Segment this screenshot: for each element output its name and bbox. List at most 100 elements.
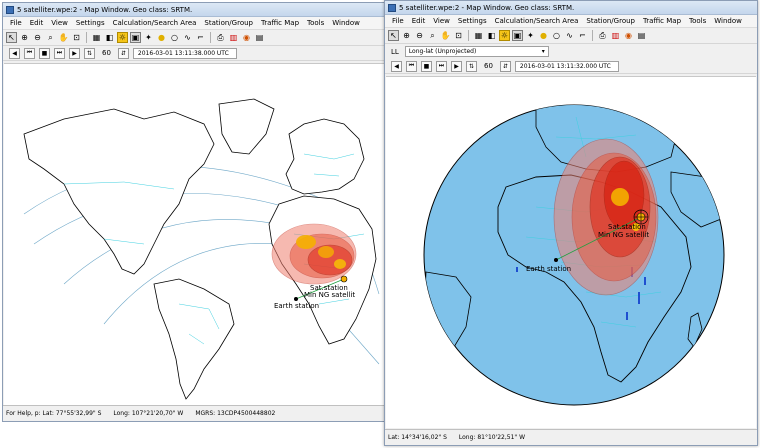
zoom-window-icon[interactable]: ⌕ (45, 32, 56, 43)
table-icon[interactable]: ▤ (254, 32, 265, 43)
pin-icon[interactable]: ✦ (143, 32, 154, 43)
toolbar-right: ↖ ⊕ ⊖ ⌕ ✋ ⊡ ▦ ◧ ☼ ▣ ✦ ● ○ ∿ ⌐ ⎙ ▥ ◉ ▤ (385, 28, 757, 44)
pan-icon[interactable]: ✋ (440, 30, 451, 41)
earth-station-label: Earth station (526, 265, 571, 273)
menu-calculation[interactable]: Calculation/Search Area (109, 19, 201, 27)
menu-window[interactable]: Window (710, 17, 746, 25)
menu-tools[interactable]: Tools (303, 19, 328, 27)
menu-tools[interactable]: Tools (685, 17, 710, 25)
status-bar-left: For Help, p: Lat: 77°55'32,99" S Long: 1… (3, 405, 385, 421)
print-icon[interactable]: ⎙ (597, 30, 608, 41)
menu-edit[interactable]: Edit (26, 19, 48, 27)
step-icon[interactable]: ⇵ (499, 60, 511, 72)
palette-icon[interactable]: ◉ (623, 30, 634, 41)
window-title: 5 satelliter.wpe:2 - Map Window. Geo cla… (17, 5, 193, 14)
pointer-icon[interactable]: ↖ (388, 30, 399, 41)
overlay-icon[interactable]: ☼ (499, 30, 510, 41)
map-view-right[interactable]: Sat.station Min NG satellit Earth statio… (386, 76, 756, 428)
zoom-in-icon[interactable]: ⊕ (19, 32, 30, 43)
zoom-out-icon[interactable]: ⊖ (32, 32, 43, 43)
measure-icon[interactable]: ○ (551, 30, 562, 41)
time-field[interactable]: 2016-03-01 13:11:38.000 UTC (132, 47, 237, 59)
map-view-left[interactable]: Sat.station Min NG satellit Earth statio… (4, 63, 384, 406)
projection-select[interactable]: Long-lat (Unprojected) ▾ (404, 46, 549, 57)
status-bar-right: Lat: 14°34'16,02" S Long: 81°10'22,51" W (385, 429, 757, 445)
toolbar-separator (592, 30, 593, 41)
menu-settings[interactable]: Settings (454, 17, 491, 25)
curve-icon[interactable]: ∿ (564, 30, 575, 41)
projection-label: LL (391, 47, 399, 56)
status-long: Long: 81°10'22,51" W (458, 434, 526, 441)
overlay-icon[interactable]: ☼ (117, 32, 128, 43)
menu-view[interactable]: View (429, 17, 454, 25)
line-icon[interactable]: ⌐ (195, 32, 206, 43)
toolbar-separator (86, 32, 87, 43)
print-icon[interactable]: ⎙ (215, 32, 226, 43)
rewind-button[interactable]: ◀ (9, 47, 20, 59)
title-bar-left: 5 satelliter.wpe:2 - Map Window. Geo cla… (3, 3, 385, 17)
circle-icon[interactable]: ● (538, 30, 549, 41)
chart-icon[interactable]: ▥ (228, 32, 239, 43)
earth-station-marker[interactable] (554, 258, 558, 262)
continent-greenland (218, 98, 275, 155)
layers-icon[interactable]: ◧ (486, 30, 497, 41)
layers-icon[interactable]: ◧ (104, 32, 115, 43)
coverage-footprint-left (271, 223, 357, 285)
menu-window[interactable]: Window (328, 19, 364, 27)
sat-station-label: Sat.station (608, 223, 646, 231)
zoom-window-icon[interactable]: ⌕ (427, 30, 438, 41)
menu-calculation[interactable]: Calculation/Search Area (491, 17, 583, 25)
menu-edit[interactable]: Edit (408, 17, 430, 25)
line-icon[interactable]: ⌐ (577, 30, 588, 41)
stop-button[interactable]: ■ (39, 47, 50, 59)
circle-icon[interactable]: ● (156, 32, 167, 43)
menu-traffic-map[interactable]: Traffic Map (639, 17, 685, 25)
menu-file[interactable]: File (6, 19, 26, 27)
continent-europe (285, 118, 365, 195)
pointer-icon[interactable]: ↖ (6, 32, 17, 43)
map-icon[interactable]: ▦ (473, 30, 484, 41)
zoom-all-icon[interactable]: ⊡ (453, 30, 464, 41)
table-icon[interactable]: ▤ (636, 30, 647, 41)
menu-traffic-map[interactable]: Traffic Map (257, 19, 303, 27)
menu-settings[interactable]: Settings (72, 19, 109, 27)
play-button[interactable]: ▶ (451, 60, 462, 72)
measure-icon[interactable]: ○ (169, 32, 180, 43)
grid-icon[interactable]: ▣ (130, 32, 141, 43)
earth-station-marker[interactable] (294, 297, 298, 301)
first-frame-button[interactable]: ⏮ (406, 60, 417, 72)
step-icon[interactable]: ⇵ (117, 47, 129, 59)
rewind-button[interactable]: ◀ (391, 60, 402, 72)
pan-icon[interactable]: ✋ (58, 32, 69, 43)
first-frame-button[interactable]: ⏮ (24, 47, 35, 59)
palette-icon[interactable]: ◉ (241, 32, 252, 43)
speed-value: 60 (102, 49, 111, 57)
last-frame-button[interactable]: ⏭ (54, 47, 65, 59)
time-field[interactable]: 2016-03-01 13:11:32.000 UTC (514, 60, 619, 72)
menu-file[interactable]: File (388, 17, 408, 25)
stop-button[interactable]: ■ (421, 60, 432, 72)
grid-icon[interactable]: ▣ (512, 30, 523, 41)
time-controls-left: ◀ ⏮ ■ ⏭ ▶ ⇅ 60 ⇵ 2016-03-01 13:11:38.000… (3, 46, 385, 61)
satellite-label: Min NG satellit (598, 231, 649, 239)
toolbar-separator (210, 32, 211, 43)
speed-adjust-icon[interactable]: ⇅ (466, 60, 477, 72)
menu-station-group[interactable]: Station/Group (582, 17, 639, 25)
zoom-in-icon[interactable]: ⊕ (401, 30, 412, 41)
app-icon (388, 3, 396, 12)
zoom-out-icon[interactable]: ⊖ (414, 30, 425, 41)
toolbar-left: ↖ ⊕ ⊖ ⌕ ✋ ⊡ ▦ ◧ ☼ ▣ ✦ ● ○ ∿ ⌐ ⎙ ▥ ◉ ▤ (3, 30, 385, 46)
status-long: Long: 107°21'20,70" W (113, 410, 184, 417)
zoom-all-icon[interactable]: ⊡ (71, 32, 82, 43)
map-icon[interactable]: ▦ (91, 32, 102, 43)
curve-icon[interactable]: ∿ (182, 32, 193, 43)
menu-station-group[interactable]: Station/Group (200, 19, 257, 27)
last-frame-button[interactable]: ⏭ (436, 60, 447, 72)
play-button[interactable]: ▶ (69, 47, 80, 59)
time-controls-right: ◀ ⏮ ■ ⏭ ▶ ⇅ 60 ⇵ 2016-03-01 13:11:32.000… (385, 59, 757, 74)
chart-icon[interactable]: ▥ (610, 30, 621, 41)
menu-view[interactable]: View (47, 19, 72, 27)
speed-adjust-icon[interactable]: ⇅ (84, 47, 95, 59)
satellite-marker[interactable] (340, 275, 348, 283)
pin-icon[interactable]: ✦ (525, 30, 536, 41)
